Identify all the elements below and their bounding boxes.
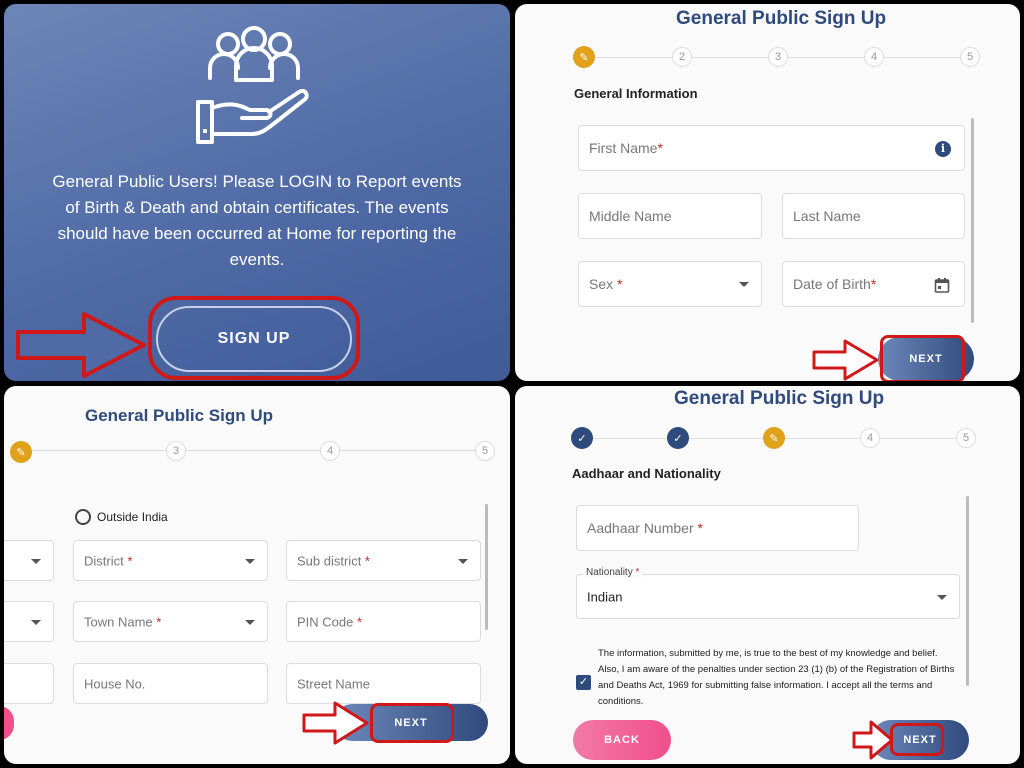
declaration-text: The information, submitted by me, is tru… xyxy=(598,648,955,707)
red-arrow-annotation xyxy=(302,701,369,745)
chevron-down-icon xyxy=(31,558,41,564)
section-title: General Information xyxy=(574,86,698,101)
district-select[interactable]: District * xyxy=(73,540,268,581)
declaration-checkbox[interactable]: ✓ xyxy=(576,675,591,690)
step-2-check-icon[interactable]: ✓ xyxy=(667,427,689,449)
scrollbar[interactable] xyxy=(966,496,969,686)
next-highlight-box xyxy=(370,703,454,743)
town-name-select[interactable]: Town Name * xyxy=(73,601,268,642)
step-1-check-icon[interactable]: ✓ xyxy=(571,427,593,449)
red-arrow-annotation xyxy=(852,720,894,760)
pin-code-field[interactable]: PIN Code * xyxy=(286,601,481,642)
first-name-field[interactable]: First Name* i xyxy=(578,125,965,171)
aadhaar-label: Aadhaar Number xyxy=(587,520,698,536)
step-5[interactable]: 5 xyxy=(475,441,495,461)
chevron-down-icon xyxy=(458,558,468,564)
info-icon[interactable]: i xyxy=(935,141,951,157)
nationality-label: Nationality xyxy=(586,567,636,578)
login-info-message: General Public Users! Please LOGIN to Re… xyxy=(52,172,462,269)
sub-district-label: Sub district xyxy=(297,553,365,568)
aadhaar-number-field[interactable]: Aadhaar Number * xyxy=(576,505,859,551)
signup-step2-panel: General Public Sign Up ✎ 3 4 5 Outside I… xyxy=(4,386,510,764)
required-mark: * xyxy=(156,614,162,629)
sub-district-select[interactable]: Sub district * xyxy=(286,540,481,581)
town-name-label: Town Name xyxy=(84,614,157,629)
signup-highlight-box xyxy=(148,296,360,380)
state-select[interactable] xyxy=(4,540,54,581)
next-highlight-box xyxy=(880,335,965,381)
back-button[interactable] xyxy=(4,706,14,740)
first-name-label: First Name xyxy=(589,140,658,156)
step-3-edit-icon[interactable]: ✎ xyxy=(763,427,785,449)
chevron-down-icon xyxy=(739,282,749,287)
users-hand-icon xyxy=(196,26,309,144)
page-title: General Public Sign Up xyxy=(676,8,887,29)
red-arrow-annotation xyxy=(812,339,879,381)
required-mark: * xyxy=(657,140,663,156)
nationality-value: Indian xyxy=(587,589,623,604)
section-title: Aadhaar and Nationality xyxy=(572,466,721,481)
stepper-line xyxy=(24,450,484,451)
last-name-field[interactable]: Last Name xyxy=(782,193,965,239)
street-name-field[interactable]: Street Name xyxy=(286,663,481,704)
pin-code-label: PIN Code xyxy=(297,614,357,629)
village-select[interactable] xyxy=(4,601,54,642)
step-3[interactable]: 3 xyxy=(166,441,186,461)
house-no-label: House No. xyxy=(84,676,146,691)
street-name-label: Street Name xyxy=(297,676,370,691)
district-label: District xyxy=(84,553,128,568)
sex-label: Sex xyxy=(589,276,618,292)
step-5[interactable]: 5 xyxy=(960,47,980,67)
required-mark: * xyxy=(364,553,370,568)
address-field[interactable] xyxy=(4,663,54,704)
page-title: General Public Sign Up xyxy=(674,388,885,409)
step-1-edit-icon[interactable]: ✎ xyxy=(573,46,595,68)
outside-india-label: Outside India xyxy=(97,510,168,524)
date-of-birth-field[interactable]: Date of Birth* xyxy=(782,261,965,307)
required-mark: * xyxy=(356,614,363,629)
scrollbar[interactable] xyxy=(485,504,488,630)
middle-name-label: Middle Name xyxy=(589,208,672,224)
required-mark: * xyxy=(127,553,133,568)
signup-step1-panel: General Public Sign Up ✎ 2 3 4 5 General… xyxy=(515,4,1020,381)
chevron-down-icon xyxy=(245,619,255,625)
house-no-field[interactable]: House No. xyxy=(73,663,268,704)
signup-step3-panel: General Public Sign Up ✓ ✓ ✎ 4 5 Aadhaar… xyxy=(515,386,1020,764)
step-4[interactable]: 4 xyxy=(320,441,340,461)
step-4[interactable]: 4 xyxy=(864,47,884,67)
required-mark: * xyxy=(870,276,877,292)
chevron-down-icon xyxy=(31,619,41,625)
signup-intro-panel: General Public Users! Please LOGIN to Re… xyxy=(4,4,510,381)
step-4[interactable]: 4 xyxy=(860,428,880,448)
step-3[interactable]: 3 xyxy=(768,47,788,67)
chevron-down-icon xyxy=(937,594,947,600)
last-name-label: Last Name xyxy=(793,208,861,224)
next-highlight-box xyxy=(890,723,944,756)
middle-name-field[interactable]: Middle Name xyxy=(578,193,762,239)
required-mark: * xyxy=(635,567,640,578)
required-mark: * xyxy=(617,276,623,292)
step-5[interactable]: 5 xyxy=(956,428,976,448)
sex-select[interactable]: Sex * xyxy=(578,261,762,307)
required-mark: * xyxy=(697,520,703,536)
back-button[interactable]: BACK xyxy=(573,720,671,760)
nationality-select[interactable]: Nationality * Indian xyxy=(576,567,960,619)
step-2-edit-icon[interactable]: ✎ xyxy=(10,441,32,463)
scrollbar[interactable] xyxy=(971,118,974,323)
chevron-down-icon xyxy=(245,558,255,564)
red-arrow-annotation xyxy=(16,312,146,378)
step-2[interactable]: 2 xyxy=(672,47,692,67)
outside-india-radio[interactable] xyxy=(75,509,91,525)
calendar-icon[interactable] xyxy=(934,277,950,293)
page-title: General Public Sign Up xyxy=(85,406,273,425)
dob-label: Date of Birth xyxy=(793,276,871,292)
